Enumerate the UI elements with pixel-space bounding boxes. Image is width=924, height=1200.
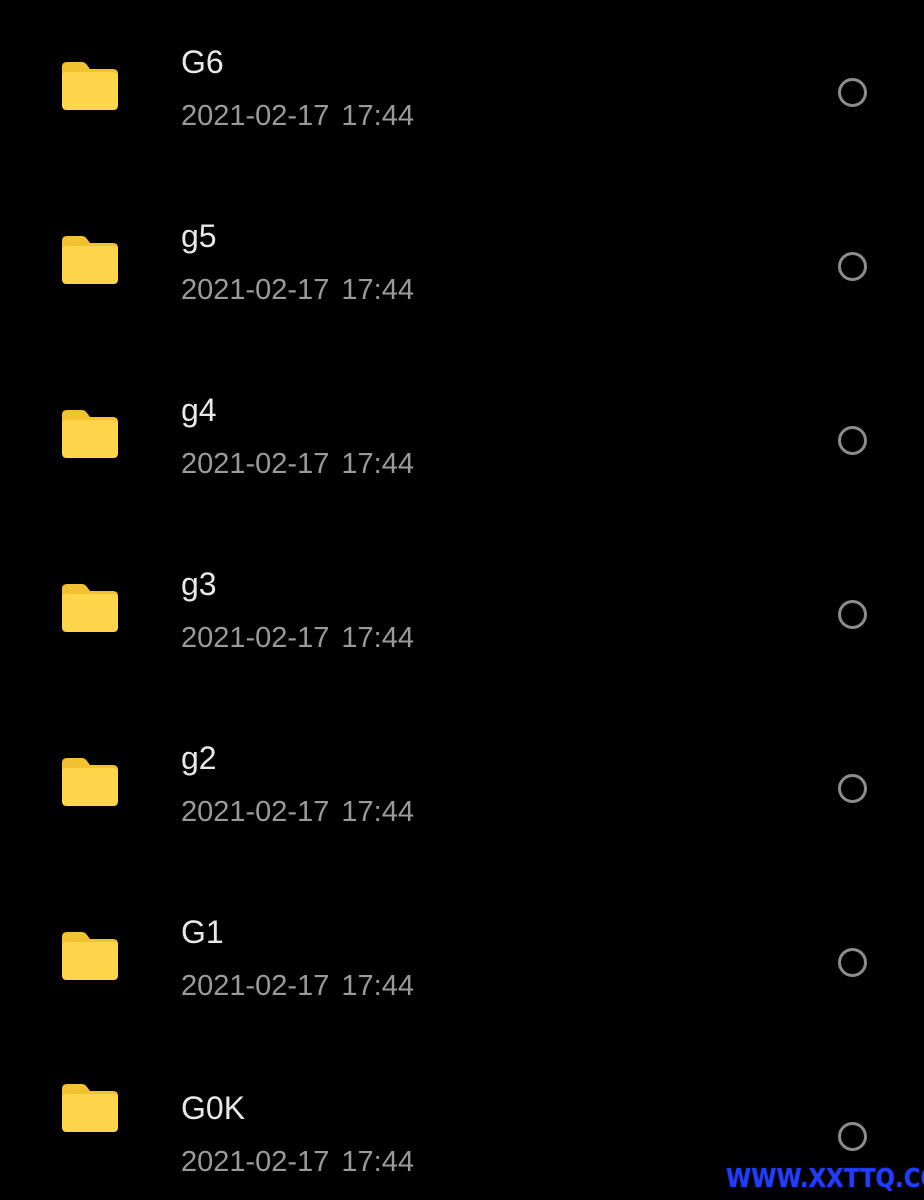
folder-icon bbox=[62, 410, 118, 458]
folder-icon bbox=[62, 584, 118, 632]
folder-icon bbox=[62, 62, 118, 110]
file-date: 2021-02-17 17:44 bbox=[181, 796, 414, 828]
file-name: g5 bbox=[181, 218, 217, 254]
file-name: G6 bbox=[181, 44, 224, 80]
select-radio[interactable] bbox=[838, 252, 867, 281]
list-item[interactable]: g3 2021-02-17 17:44 bbox=[0, 526, 924, 700]
file-date: 2021-02-17 17:44 bbox=[181, 100, 414, 132]
folder-icon bbox=[62, 758, 118, 806]
select-radio[interactable] bbox=[838, 774, 867, 803]
file-date: 2021-02-17 17:44 bbox=[181, 970, 414, 1002]
file-name: g4 bbox=[181, 392, 217, 428]
folder-icon bbox=[62, 932, 118, 980]
file-date: 2021-02-17 17:44 bbox=[181, 622, 414, 654]
folder-icon bbox=[62, 236, 118, 284]
select-radio[interactable] bbox=[838, 426, 867, 455]
list-item[interactable]: g2 2021-02-17 17:44 bbox=[0, 700, 924, 874]
select-radio[interactable] bbox=[838, 1122, 867, 1151]
folder-icon bbox=[62, 1084, 118, 1132]
file-list: G6 2021-02-17 17:44 g5 2021-02-17 17:44 … bbox=[0, 0, 924, 1200]
list-item[interactable]: g5 2021-02-17 17:44 bbox=[0, 178, 924, 352]
select-radio[interactable] bbox=[838, 78, 867, 107]
file-name: G0K bbox=[181, 1090, 246, 1126]
file-date: 2021-02-17 17:44 bbox=[181, 1146, 414, 1178]
select-radio[interactable] bbox=[838, 600, 867, 629]
list-item[interactable]: G1 2021-02-17 17:44 bbox=[0, 874, 924, 1048]
file-date: 2021-02-17 17:44 bbox=[181, 274, 414, 306]
file-date: 2021-02-17 17:44 bbox=[181, 448, 414, 480]
file-name: g2 bbox=[181, 740, 217, 776]
list-item[interactable]: G6 2021-02-17 17:44 bbox=[0, 4, 924, 178]
watermark-text: WWW.XXTTQ.COM bbox=[726, 1164, 924, 1194]
file-name: g3 bbox=[181, 566, 217, 602]
file-name: G1 bbox=[181, 914, 224, 950]
list-item[interactable]: g4 2021-02-17 17:44 bbox=[0, 352, 924, 526]
select-radio[interactable] bbox=[838, 948, 867, 977]
